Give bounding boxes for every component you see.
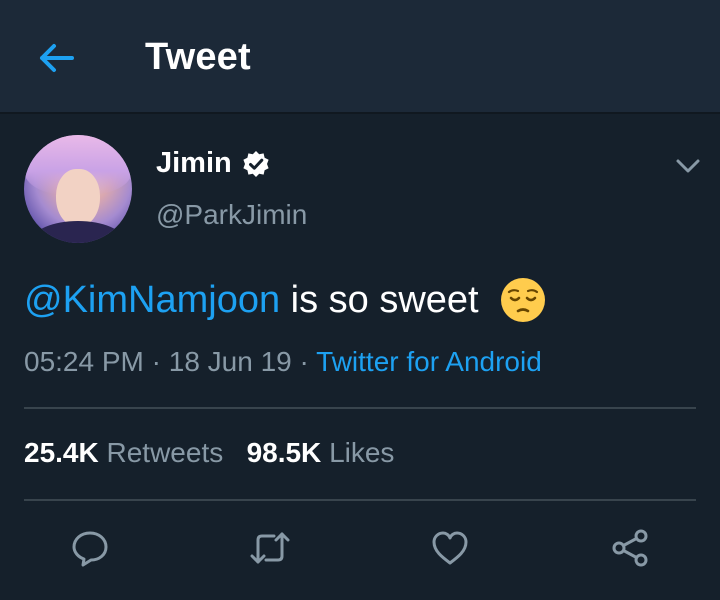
tweet-date: 18 Jun 19 [168,346,292,377]
tweet-meta: 05:24 PM · 18 Jun 19 · Twitter for Andro… [24,346,542,378]
page-title: Tweet [145,36,251,78]
tweet-body: is so sweet [280,279,479,321]
heart-icon [432,531,468,565]
divider [24,407,696,409]
retweets-label: Retweets [106,437,224,468]
tweet-stats: 25.4K Retweets 98.5K Likes [24,437,394,469]
chevron-down-icon [676,159,700,173]
retweet-button[interactable] [246,524,294,572]
author-name-row[interactable]: Jimin [156,147,270,180]
action-bar [0,520,720,576]
share-button[interactable] [606,524,654,572]
tweet-source-link[interactable]: Twitter for Android [316,346,542,377]
mention-link[interactable]: @KimNamjoon [24,279,280,321]
like-button[interactable] [426,524,474,572]
avatar-shoulder [32,221,124,243]
likes-label: Likes [329,437,395,468]
likes-count: 98.5K [246,437,322,468]
retweets-count: 25.4K [24,437,99,468]
tweet-text: @KimNamjoon is so sweet [24,276,547,324]
author-handle[interactable]: @ParkJimin [156,199,307,231]
author-name[interactable]: Jimin [156,147,232,180]
retweets-stat[interactable]: 25.4K Retweets [24,437,223,468]
arrow-left-icon [40,44,74,72]
avatar-face [56,169,100,227]
back-button[interactable] [34,38,78,78]
meta-separator: · [291,346,317,377]
tweet-menu-button[interactable] [672,150,704,182]
pensive-face-emoji-icon [501,278,546,322]
likes-stat[interactable]: 98.5K Likes [247,437,395,468]
reply-button[interactable] [66,524,114,572]
reply-icon [72,531,108,567]
avatar[interactable] [24,135,132,243]
tweet-time: 05:24 PM [24,346,144,377]
app-header: Tweet [0,0,720,114]
retweet-icon [250,532,290,564]
divider [24,499,696,501]
meta-separator: · [143,346,169,377]
verified-badge-icon [243,150,269,177]
share-icon [612,529,648,567]
